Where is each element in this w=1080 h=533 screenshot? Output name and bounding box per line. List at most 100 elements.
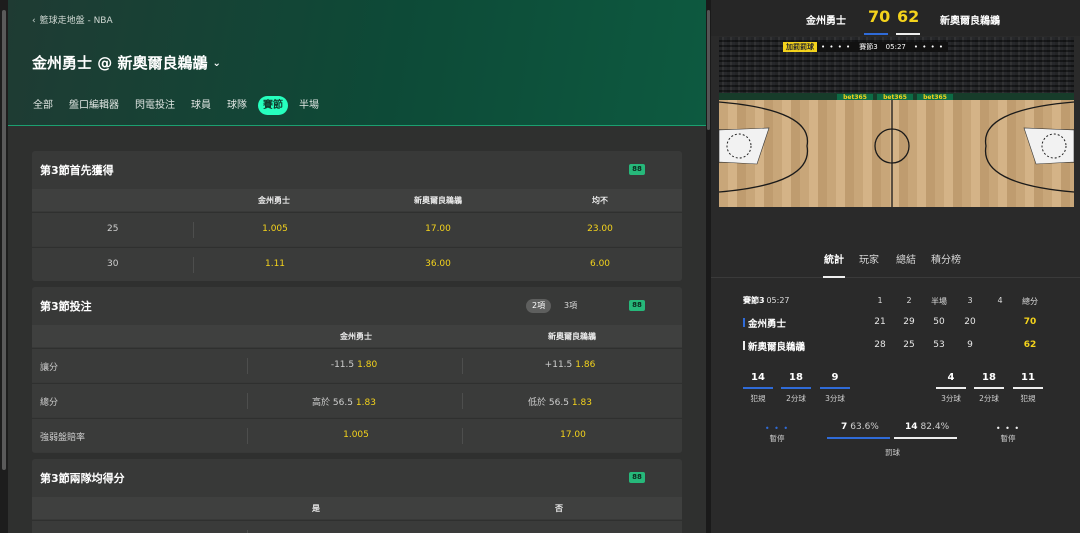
table-row: 總分 高於 56.5 1.83 低於 56.5 1.83: [32, 383, 682, 417]
market-title[interactable]: 第3節首先獲得: [40, 162, 114, 178]
app-root: ‹ 籃球走地盤 - NBA 金州勇士 @ 新奧爾良鵜鶘 ⌄ 全部 盤口編輯器 閃電投…: [0, 0, 1080, 533]
tab-standings[interactable]: 積分榜: [931, 251, 961, 266]
away-ft-bar: [894, 437, 957, 439]
right-scrollbar-thumb[interactable]: [707, 10, 710, 130]
tab-players[interactable]: 球員: [186, 96, 216, 115]
row-divider: [247, 393, 248, 409]
away-q2: 25: [903, 340, 915, 350]
home-indicator: [864, 33, 888, 35]
market-column: ‹ 籃球走地盤 - NBA 金州勇士 @ 新奧爾良鵜鶘 ⌄ 全部 盤口編輯器 閃電投…: [0, 0, 706, 533]
odds-button[interactable]: 高於 56.5 1.83: [312, 395, 376, 408]
tab-teams[interactable]: 球隊: [222, 96, 252, 115]
away-ft-pct: 82.4%: [920, 422, 950, 432]
stat-tabs: 統計 玩家 總結 積分榜: [711, 250, 1080, 278]
odds-button[interactable]: -11.5 1.80: [331, 360, 377, 370]
stat-underline: [1013, 387, 1043, 389]
table-row: 25 1.005 17.00 23.00: [32, 212, 682, 246]
bet-builder-badge: 88: [629, 472, 645, 483]
row-divider: [247, 428, 248, 444]
chevron-left-icon[interactable]: ‹: [32, 16, 36, 26]
home-timeouts: • • • 暫停: [757, 425, 797, 444]
away-score: 62: [897, 7, 920, 26]
row-divider: [462, 358, 463, 374]
stat-label: 犯規: [750, 394, 766, 403]
tab-bet-builder[interactable]: 盤口編輯器: [64, 96, 124, 115]
home-team-name: 金州勇士: [806, 16, 846, 27]
col-header-home: 金州勇士: [258, 196, 290, 205]
table-row: 30 1.11 36.00 6.00: [32, 247, 682, 281]
home-total: 70: [1023, 317, 1037, 327]
tab-flash-bet[interactable]: 閃電投注: [130, 96, 180, 115]
match-title[interactable]: 金州勇士 @ 新奧爾良鵜鶘 ⌄: [32, 52, 221, 73]
odds-button[interactable]: 17.00: [560, 430, 586, 440]
chevron-down-icon[interactable]: ⌄: [212, 58, 220, 69]
away-fouls-stat: 11 犯規: [1008, 372, 1048, 404]
court-lines: [719, 100, 1074, 207]
tab-all[interactable]: 全部: [28, 96, 58, 115]
market-both-teams-score: 第3節兩隊均得分 88 是 否: [32, 459, 682, 533]
home-color-bar: [743, 318, 745, 327]
live-panel: 金州勇士 70 62 新奧爾良鵜鶘 bet365 bet365 bet365 加…: [711, 0, 1080, 533]
away-team-name: 新奧爾良鵜鶘: [748, 342, 806, 353]
market-quarter-betting: 第3節投注 2項 3項 88 金州勇士 新奧爾良鵜鶘 讓分 -11.5 1.80 …: [32, 287, 682, 453]
stat-value: 14: [751, 372, 765, 383]
odds-button[interactable]: 36.00: [425, 259, 451, 269]
away-q1: 28: [874, 340, 886, 350]
period-label: 賽節3: [855, 42, 882, 52]
col-header-neither: 均不: [592, 196, 608, 205]
market-title[interactable]: 第3節兩隊均得分: [40, 470, 125, 486]
match-visualizer[interactable]: bet365 bet365 bet365 加罰罰球 • • • • 賽節3 05…: [719, 37, 1074, 238]
tab-players[interactable]: 玩家: [859, 251, 879, 266]
tab-half[interactable]: 半場: [294, 96, 324, 115]
stat-underline: [820, 387, 850, 389]
score-header: 金州勇士 70 62 新奧爾良鵜鶘: [711, 0, 1080, 36]
odds-button[interactable]: 6.00: [590, 259, 610, 269]
col-header-away: 新奧爾良鵜鶘: [414, 196, 462, 205]
col-q4: 4: [997, 296, 1003, 305]
col-q3: 3: [967, 296, 973, 305]
tab-stats[interactable]: 統計: [824, 251, 844, 266]
column-headers: 金州勇士 新奧爾良鵜鶘 均不: [32, 189, 682, 211]
left-scrollbar-thumb[interactable]: [2, 10, 6, 470]
home-score: 70: [868, 7, 891, 26]
odds-button[interactable]: 23.00: [587, 224, 613, 234]
odds-button[interactable]: 1.005: [262, 224, 288, 234]
away-timeouts: • • • 暫停: [988, 425, 1028, 444]
odds-button[interactable]: 1.005: [343, 430, 369, 440]
odds-button[interactable]: 1.11: [265, 259, 285, 269]
col-header-yes: 是: [312, 504, 320, 513]
stat-value: 4: [947, 372, 955, 383]
col-header-away: 新奧爾良鵜鶘: [548, 332, 596, 341]
stat-value: 18: [982, 372, 996, 383]
timeout-label: 暫停: [769, 434, 785, 443]
home-ft-pct: 63.6%: [850, 422, 879, 432]
odds-button[interactable]: 17.00: [425, 224, 451, 234]
away-3pt-stat: 4 3分球: [931, 372, 971, 404]
home-half: 50: [933, 317, 945, 327]
home-ft: 7 63.6%: [841, 422, 879, 432]
odds-button[interactable]: 低於 56.5 1.83: [528, 395, 592, 408]
odds-value: 1.83: [355, 398, 376, 408]
table-row: 讓分 -11.5 1.80 +11.5 1.86: [32, 348, 682, 382]
column-headers: 是 否: [32, 497, 682, 519]
home-ft-value: 7: [841, 422, 848, 432]
odds-button[interactable]: +11.5 1.86: [545, 360, 596, 370]
tab-summary[interactable]: 總結: [896, 251, 916, 266]
pill-2-way[interactable]: 2項: [526, 299, 552, 313]
away-ft-value: 14: [905, 422, 918, 432]
stat-underline: [974, 387, 1004, 389]
market-title[interactable]: 第3節投注: [40, 298, 92, 314]
table-row: 強弱盤賠率 1.005 17.00: [32, 418, 682, 452]
market-tabs: 全部 盤口編輯器 閃電投注 球員 球隊 賽節 半場: [28, 96, 330, 115]
breadcrumb-label[interactable]: 籃球走地盤 - NBA: [40, 16, 113, 26]
home-2pt-stat: 18 2分球: [776, 372, 816, 404]
pill-3-way[interactable]: 3項: [558, 299, 583, 313]
timeout-dots-home: • • • •: [817, 42, 856, 52]
bet-builder-badge: 88: [629, 300, 645, 311]
stat-label: 犯規: [1020, 394, 1036, 403]
row-divider: [462, 393, 463, 409]
tab-quarters[interactable]: 賽節: [258, 96, 288, 115]
breadcrumb[interactable]: ‹ 籃球走地盤 - NBA: [32, 13, 113, 26]
away-half: 53: [933, 340, 945, 350]
left-scrollbar[interactable]: [0, 0, 8, 533]
